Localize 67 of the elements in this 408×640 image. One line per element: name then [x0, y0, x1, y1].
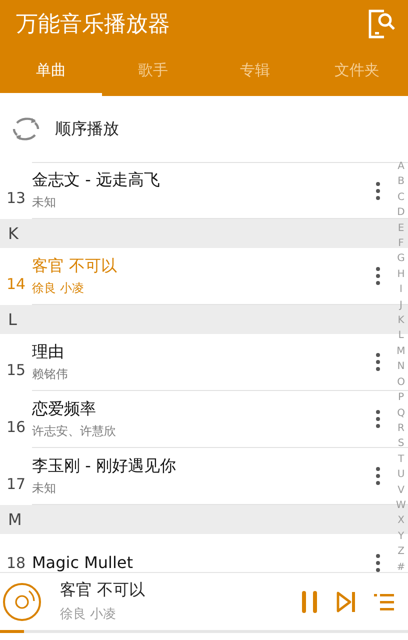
now-playing-title: 客官 不可以 — [60, 580, 146, 601]
index-letter[interactable]: # — [396, 560, 406, 575]
index-letter[interactable]: Y — [398, 528, 404, 544]
song-artist: 未知 — [32, 194, 56, 211]
song-artist: 徐良 小凌 — [32, 280, 84, 296]
song-title[interactable]: 恋爱频率 — [32, 398, 96, 420]
track-number: 18 — [5, 554, 27, 572]
index-letter[interactable]: I — [400, 282, 402, 298]
index-letter[interactable]: P — [398, 390, 404, 406]
song-artist: 许志安、许慧欣 — [32, 422, 116, 440]
tab[interactable]: 专辑 — [204, 48, 306, 96]
next-button[interactable] — [336, 590, 356, 612]
index-letter[interactable]: O — [397, 374, 405, 390]
index-letter[interactable]: J — [400, 298, 402, 314]
track-number: 14 — [5, 274, 27, 292]
index-letter[interactable]: A — [398, 159, 404, 174]
track-number: 13 — [5, 188, 27, 206]
tab[interactable]: 歌手 — [102, 48, 204, 96]
disc-icon — [2, 582, 42, 622]
more-icon — [376, 466, 380, 486]
more-icon — [376, 180, 380, 200]
playlist-icon — [374, 592, 394, 610]
index-letter[interactable]: Q — [397, 406, 405, 421]
search-button[interactable] — [366, 8, 396, 40]
index-letter[interactable]: U — [397, 467, 405, 483]
index-letter[interactable]: W — [396, 498, 406, 514]
more-icon — [376, 552, 380, 572]
song-title[interactable]: Magic Mullet — [32, 553, 134, 572]
index-letter[interactable]: F — [398, 236, 404, 252]
index-letter[interactable]: B — [398, 174, 404, 190]
index-letter[interactable]: L — [398, 328, 404, 344]
index-letter[interactable]: R — [398, 420, 404, 436]
index-letter[interactable]: D — [397, 205, 405, 221]
index-letter[interactable]: K — [398, 313, 404, 328]
index-letter[interactable]: E — [398, 220, 404, 236]
index-letter[interactable]: M — [396, 344, 406, 360]
track-number: 15 — [5, 360, 27, 378]
song-title[interactable]: 金志文 - 远走高飞 — [32, 170, 160, 191]
more-icon — [376, 409, 380, 429]
index-letter[interactable]: H — [397, 266, 405, 282]
play-mode-button[interactable]: 顺序播放 — [55, 118, 119, 140]
index-letter[interactable]: Z — [398, 544, 404, 560]
search-icon — [366, 8, 396, 40]
more-icon — [376, 352, 380, 372]
app-title: 万能音乐播放器 — [16, 11, 170, 39]
song-title[interactable]: 李玉刚 - 刚好遇见你 — [32, 456, 176, 476]
track-number: 16 — [5, 416, 27, 436]
tab[interactable]: 单曲 — [0, 48, 102, 96]
tab[interactable]: 文件夹 — [306, 48, 408, 96]
song-title[interactable]: 客官 不可以 — [32, 256, 118, 276]
pause-icon — [302, 590, 318, 612]
now-playing-artist: 徐良 小凌 — [60, 606, 116, 623]
index-letter[interactable]: C — [398, 190, 404, 206]
index-letter[interactable]: G — [397, 251, 405, 267]
more-icon — [376, 266, 380, 286]
pause-button[interactable] — [302, 590, 318, 612]
song-title[interactable]: 理由 — [32, 342, 64, 362]
next-icon — [336, 590, 356, 612]
index-letter[interactable]: T — [398, 452, 404, 468]
track-number: 17 — [5, 474, 27, 492]
index-letter[interactable]: V — [398, 482, 404, 498]
index-letter[interactable]: N — [397, 359, 405, 375]
song-artist: 赖铭伟 — [32, 366, 68, 382]
index-letter[interactable]: S — [398, 436, 404, 452]
index-letter[interactable]: X — [398, 513, 404, 529]
song-artist: 未知 — [32, 480, 56, 496]
playlist-button[interactable] — [374, 592, 394, 610]
